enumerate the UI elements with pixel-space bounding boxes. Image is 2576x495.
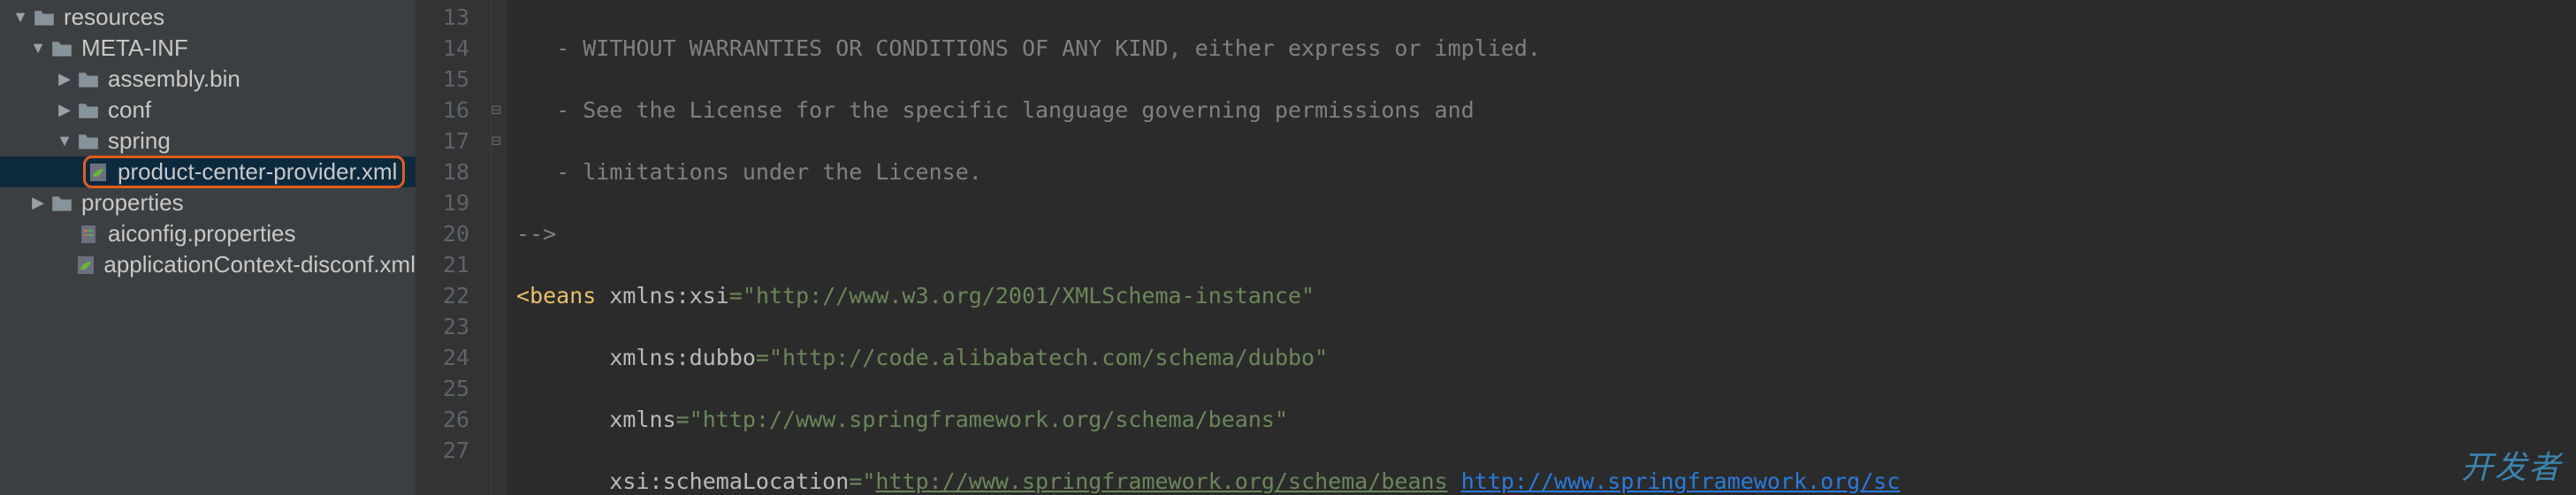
line-number: 15	[415, 64, 469, 95]
tree-folder-spring[interactable]: ▼ spring	[0, 126, 415, 156]
spring-config-icon	[86, 163, 111, 182]
code-line: - WITHOUT WARRANTIES OR CONDITIONS OF AN…	[516, 33, 2576, 64]
folder-icon	[32, 8, 57, 27]
folder-icon	[50, 194, 74, 213]
project-tree[interactable]: ▼ resources ▼ META-INF ▶ assembly.bin ▶ …	[0, 0, 415, 495]
tree-folder-properties[interactable]: ▶ properties	[0, 187, 415, 218]
folder-icon	[50, 39, 74, 58]
tree-label: assembly.bin	[108, 65, 240, 93]
line-number: 25	[415, 373, 469, 404]
tree-label: spring	[108, 127, 171, 155]
line-number: 23	[415, 311, 469, 342]
folder-icon	[76, 70, 101, 89]
tree-label: META-INF	[81, 34, 188, 62]
line-number: 16	[415, 95, 469, 126]
chevron-down-icon: ▼	[53, 132, 76, 150]
tree-label: aiconfig.properties	[108, 220, 295, 248]
code-editor[interactable]: - WITHOUT WARRANTIES OR CONDITIONS OF AN…	[507, 0, 2576, 495]
tree-label: product-center-provider.xml	[118, 158, 397, 186]
line-number: 20	[415, 218, 469, 249]
folder-icon	[76, 132, 101, 151]
line-number: 22	[415, 280, 469, 311]
fold-start-icon[interactable]: ⊟	[492, 126, 507, 156]
code-line: xmlns:dubbo="http://code.alibabatech.com…	[516, 342, 2576, 373]
code-line: xmlns="http://www.springframework.org/sc…	[516, 404, 2576, 435]
line-number: 27	[415, 435, 469, 466]
line-number: 19	[415, 187, 469, 218]
tree-file-applicationcontext-disconf[interactable]: applicationContext-disconf.xml	[0, 249, 415, 280]
tree-folder-conf[interactable]: ▶ conf	[0, 95, 415, 126]
fold-end-icon[interactable]: ⊟	[492, 95, 507, 126]
code-line: xsi:schemaLocation="http://www.springfra…	[516, 466, 2576, 495]
tree-label: applicationContext-disconf.xml	[103, 251, 415, 278]
properties-file-icon	[76, 225, 101, 244]
spring-config-icon	[74, 255, 97, 275]
line-number: 24	[415, 342, 469, 373]
chevron-right-icon: ▶	[27, 194, 50, 212]
folder-icon	[76, 101, 101, 120]
line-number-gutter: 13 14 15 16 17 18 19 20 21 22 23 24 25 2…	[415, 0, 492, 495]
code-line: -->	[516, 218, 2576, 249]
selected-highlight: product-center-provider.xml	[83, 156, 405, 188]
tree-file-product-center-provider[interactable]: product-center-provider.xml	[0, 156, 415, 187]
tree-file-aiconfig[interactable]: aiconfig.properties	[0, 218, 415, 249]
code-line: <beans xmlns:xsi="http://www.w3.org/2001…	[516, 280, 2576, 311]
tree-label: properties	[81, 189, 184, 217]
line-number: 26	[415, 404, 469, 435]
tree-folder-resources[interactable]: ▼ resources	[0, 2, 415, 33]
tree-folder-assembly-bin[interactable]: ▶ assembly.bin	[0, 64, 415, 95]
chevron-right-icon: ▶	[53, 101, 76, 119]
tree-folder-meta-inf[interactable]: ▼ META-INF	[0, 33, 415, 64]
chevron-right-icon: ▶	[53, 70, 76, 88]
tree-label: conf	[108, 96, 151, 124]
tree-label: resources	[64, 4, 164, 31]
code-line: - limitations under the License.	[516, 156, 2576, 187]
code-line: - See the License for the specific langu…	[516, 95, 2576, 126]
line-number: 13	[415, 2, 469, 33]
line-number: 14	[415, 33, 469, 64]
line-number: 21	[415, 249, 469, 280]
line-number: 18	[415, 156, 469, 187]
line-number: 17	[415, 126, 469, 156]
fold-strip[interactable]: ⊟ ⊟	[492, 0, 507, 495]
chevron-down-icon: ▼	[27, 39, 50, 57]
chevron-down-icon: ▼	[9, 8, 32, 27]
